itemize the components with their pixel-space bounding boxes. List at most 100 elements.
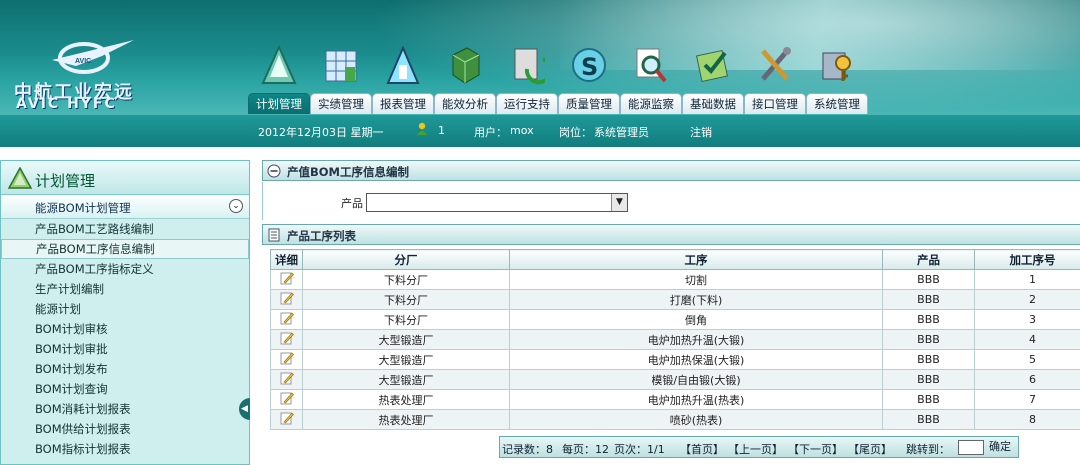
nav-tab-label: 能效分析 (434, 93, 496, 114)
table-cell: 倒角 (509, 309, 883, 330)
svg-text:S: S (581, 53, 598, 81)
nav-tab-label: 系统管理 (806, 93, 868, 114)
key-lock-icon (819, 44, 855, 86)
role-label: 岗位： (559, 126, 592, 139)
nav-tab-label: 质量管理 (558, 93, 620, 114)
edit-detail-icon[interactable] (270, 349, 303, 370)
list-panel-title: 产品工序列表 (287, 229, 356, 243)
sidebar-item[interactable]: BOM计划发布 (1, 359, 249, 379)
sidebar-item[interactable]: BOM计划审批 (1, 339, 249, 359)
edit-detail-icon[interactable] (270, 309, 303, 330)
edit-detail-icon[interactable] (270, 409, 303, 430)
data-check-icon (695, 44, 731, 86)
edit-detail-icon[interactable] (270, 289, 303, 310)
column-header: 分厂 (302, 249, 510, 270)
nav-tab-label: 实绩管理 (310, 93, 372, 114)
table-cell: BBB (882, 389, 975, 410)
edit-detail-icon[interactable] (270, 329, 303, 350)
header-banner: AVIC 中航工业宏远 AVIC HYFC 计划管理 实绩管理 报表管理 能效分析 运行… (0, 0, 1080, 115)
quality-s-icon: S (571, 44, 607, 86)
table-cell: 5 (974, 349, 1080, 370)
nav-tab[interactable]: 运行支持 (496, 42, 558, 115)
logout-link[interactable]: 注销 (690, 124, 712, 140)
nav-tab-label: 基础数据 (682, 93, 744, 114)
table-cell: 热表处理厂 (302, 389, 510, 410)
table-cell: 下料分厂 (302, 309, 510, 330)
sidebar-item[interactable]: 产品BOM工序信息编制 (1, 239, 249, 259)
nav-tab[interactable]: 能源监察 (620, 42, 682, 115)
edit-detail-icon[interactable] (270, 269, 303, 290)
edit-detail-icon[interactable] (270, 389, 303, 410)
table-cell: 切割 (509, 269, 883, 290)
app-window: AVIC 中航工业宏远 AVIC HYFC 计划管理 实绩管理 报表管理 能效分析 运行… (0, 0, 1080, 465)
nav-tab[interactable]: 计划管理 (248, 42, 310, 115)
table-row: 热表处理厂 电炉加热升温(热表) BBB 7 (270, 389, 1080, 410)
next-page-link[interactable]: 【下一页】 (788, 441, 843, 457)
nav-tab-label: 计划管理 (248, 93, 310, 114)
sidebar-item[interactable]: 能源计划 (1, 299, 249, 319)
table-row: 下料分厂 打磨(下料) BBB 2 (270, 289, 1080, 310)
grid-chart-icon (323, 44, 359, 86)
info-bar: 2012年12月03日 星期一 1 用户： mox 岗位： 系统管理员 注销 (0, 115, 1080, 147)
sidebar-item[interactable]: 生产计划编制 (1, 279, 249, 299)
table-cell: 大型锻造厂 (302, 349, 510, 370)
list-document-icon (268, 228, 280, 242)
dropdown-arrow-icon[interactable]: ▼ (611, 194, 627, 211)
main-nav: 计划管理 实绩管理 报表管理 能效分析 运行支持 S 质量管理 能源监察 基础数据 接口管理 系统管… (248, 42, 868, 115)
table-cell: 打磨(下料) (509, 289, 883, 310)
table-row: 下料分厂 倒角 BBB 3 (270, 309, 1080, 330)
sidebar-header: 计划管理 (1, 161, 249, 195)
sidebar-item[interactable]: BOM消耗计划报表 (1, 399, 249, 419)
sidebar-item[interactable]: BOM计划审核 (1, 319, 249, 339)
user-label: 用户： (474, 126, 507, 139)
triangle-icon (261, 44, 297, 86)
cube-icon (447, 44, 483, 86)
document-arrow-icon (509, 44, 545, 86)
nav-tab[interactable]: 能效分析 (434, 42, 496, 115)
nav-tab-label: 报表管理 (372, 93, 434, 114)
nav-tab[interactable]: S 质量管理 (558, 42, 620, 115)
chevron-down-icon[interactable]: ⌄ (229, 199, 243, 213)
sidebar-group-energy-bom[interactable]: 能源BOM计划管理 ⌄ (1, 195, 249, 219)
sidebar-item[interactable]: 产品BOM工序指标定义 (1, 259, 249, 279)
current-date: 2012年12月03日 星期一 (258, 126, 384, 139)
nav-tab[interactable]: 基础数据 (682, 42, 744, 115)
product-label: 产品 (341, 197, 363, 210)
sidebar-item[interactable]: 产品BOM工艺路线编制 (1, 219, 249, 239)
jump-page-input[interactable] (958, 440, 984, 455)
collapse-circle-icon[interactable] (267, 164, 281, 178)
sidebar-item[interactable]: BOM计划查询 (1, 379, 249, 399)
table-cell: 电炉加热升温(热表) (509, 389, 883, 410)
nav-tab[interactable]: 系统管理 (806, 42, 868, 115)
nav-tab-label: 能源监察 (620, 93, 682, 114)
prev-page-link[interactable]: 【上一页】 (728, 441, 783, 457)
sidebar-item[interactable]: BOM指标计划报表 (1, 439, 249, 459)
main-content: 产值BOM工序信息编制 产品 ▼ 产品工序列表 详细 分厂 工序 产品 加工序号 下料分… (262, 160, 1080, 465)
table-cell: BBB (882, 409, 975, 430)
table-cell: 4 (974, 329, 1080, 350)
nav-tab[interactable]: 报表管理 (372, 42, 434, 115)
sidebar-menu: 产品BOM工艺路线编制 产品BOM工序信息编制 产品BOM工序指标定义 生产计划编制能… (1, 219, 249, 459)
sidebar: 计划管理 能源BOM计划管理 ⌄ 产品BOM工艺路线编制 产品BOM工序信息编制产… (0, 160, 250, 465)
table-cell: 喷砂(热表) (509, 409, 883, 430)
first-page-link[interactable]: 【首页】 (680, 441, 724, 457)
table-row: 大型锻造厂 模锻/自由锻(大锻) BBB 6 (270, 369, 1080, 390)
search-row: 产品 ▼ (262, 182, 1080, 220)
last-page-link[interactable]: 【尾页】 (848, 441, 892, 457)
user-name: mox (510, 124, 534, 137)
nav-tab[interactable]: 接口管理 (744, 42, 806, 115)
confirm-jump-button[interactable]: 确定 (989, 438, 1011, 454)
table-cell: 模锻/自由锻(大锻) (509, 369, 883, 390)
online-user-icon (416, 122, 428, 139)
nav-tab[interactable]: 实绩管理 (310, 42, 372, 115)
edit-detail-icon[interactable] (270, 369, 303, 390)
table-row: 热表处理厂 喷砂(热表) BBB 8 (270, 409, 1080, 430)
table-row: 下料分厂 切割 BBB 1 (270, 269, 1080, 290)
page-count: 页次：1/1 (614, 443, 665, 456)
sidebar-item[interactable]: BOM供给计划报表 (1, 419, 249, 439)
company-logo: AVIC 中航工业宏远 AVIC HYFC (10, 30, 190, 112)
table-cell: 3 (974, 309, 1080, 330)
product-select[interactable]: ▼ (366, 193, 628, 212)
tools-icon (757, 44, 793, 86)
table-cell: 大型锻造厂 (302, 369, 510, 390)
